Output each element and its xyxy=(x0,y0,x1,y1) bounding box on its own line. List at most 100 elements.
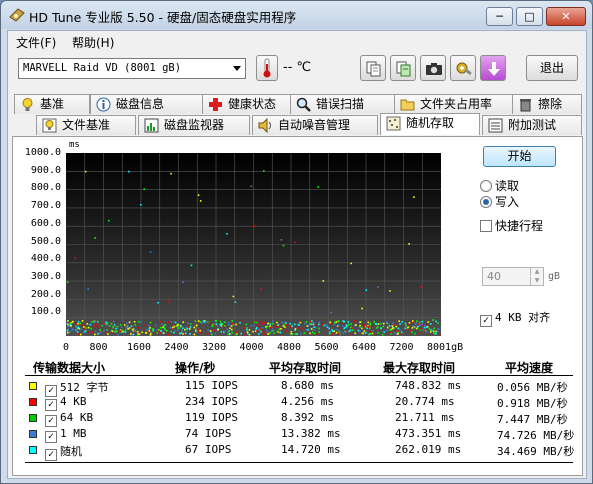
copy-button[interactable] xyxy=(360,55,386,81)
scatter-point xyxy=(344,331,347,333)
scatter-point xyxy=(415,322,417,324)
y-tick-label: 800.0 xyxy=(30,182,61,194)
exit-button[interactable]: 退出 xyxy=(526,55,578,81)
copy-all-button[interactable] xyxy=(390,55,416,81)
x-tick-label: 4800 xyxy=(277,342,302,353)
scatter-point xyxy=(99,329,101,331)
scatter-point xyxy=(226,328,229,331)
read-radio[interactable]: 读取 xyxy=(480,177,519,194)
tab-extra-tests[interactable]: 附加测试 xyxy=(482,115,582,135)
scatter-point xyxy=(401,321,403,323)
tab-folder[interactable]: 文件夹占用率 xyxy=(394,94,516,114)
y-tick-label: 300.0 xyxy=(30,270,61,282)
scatter-point xyxy=(269,323,272,325)
scatter-point xyxy=(377,326,379,328)
scatter-point xyxy=(163,325,165,327)
scatter-point xyxy=(143,324,145,327)
short-stroke-spinner[interactable]: 40 ▲ ▼ xyxy=(482,267,544,286)
maximize-button[interactable]: □ xyxy=(516,7,543,26)
scatter-point xyxy=(234,301,237,303)
x-tick-label: 5600 xyxy=(314,342,339,353)
spinner-up-icon[interactable]: ▲ xyxy=(530,268,543,276)
menu-help[interactable]: 帮助(H) xyxy=(72,34,114,51)
minimize-button[interactable]: ─ xyxy=(486,7,513,26)
bulb-icon xyxy=(22,98,33,111)
align-4kb-checkbox[interactable]: ✓ 4 KB 对齐 xyxy=(480,309,550,327)
thermometer-button[interactable] xyxy=(256,55,278,81)
tab-bulb-file[interactable]: 文件基准 xyxy=(36,115,136,135)
scatter-point xyxy=(174,321,177,324)
tab-info[interactable]: 磁盘信息 xyxy=(90,94,208,114)
scatter-point xyxy=(189,333,191,335)
scatter-point xyxy=(131,328,134,331)
scatter-point xyxy=(107,219,110,222)
scatter-point xyxy=(160,329,162,332)
short-stroke-checkbox[interactable]: 快捷行程 xyxy=(480,217,543,234)
scatter-point xyxy=(407,324,410,326)
close-button[interactable]: ✕ xyxy=(546,7,586,26)
start-button[interactable]: 开始 xyxy=(483,146,556,167)
screenshot-button[interactable] xyxy=(420,55,446,81)
scatter-point xyxy=(136,330,139,333)
tab-random-access[interactable]: 随机存取 xyxy=(380,113,480,135)
scatter-point xyxy=(163,327,166,329)
scatter-point xyxy=(280,239,283,241)
scatter-point xyxy=(128,327,131,329)
scatter-point xyxy=(125,327,127,329)
scatter-point xyxy=(151,327,154,330)
drive-select[interactable]: MARVELL Raid VD (8001 gB) xyxy=(18,58,246,79)
scatter-point xyxy=(94,237,96,239)
y-tick-label: 100.0 xyxy=(30,306,61,318)
scatter-point xyxy=(157,301,159,304)
scatter-point xyxy=(261,331,264,333)
scatter-point xyxy=(342,320,344,322)
drive-select-value: MARVELL Raid VD (8001 gB) xyxy=(23,62,182,74)
scatter-point xyxy=(312,331,314,333)
tab-speaker[interactable]: 自动噪音管理 xyxy=(252,115,378,135)
scatter-point xyxy=(231,331,233,334)
scatter-point xyxy=(109,325,111,327)
scatter-point xyxy=(219,320,222,323)
scatter-point xyxy=(106,322,109,324)
row-checkbox[interactable]: ✓ 随机 xyxy=(45,443,82,461)
write-radio[interactable]: 写入 xyxy=(480,193,519,210)
tab-magnifier[interactable]: 错误扫描 xyxy=(290,94,400,114)
menu-file[interactable]: 文件(F) xyxy=(16,34,56,51)
scatter-point xyxy=(248,329,251,331)
scatter-point xyxy=(89,323,92,326)
save-button[interactable] xyxy=(480,55,506,81)
scatter-point xyxy=(341,325,344,327)
row-checkbox[interactable]: ✓ 1 MB xyxy=(45,427,87,443)
scatter-point xyxy=(313,332,316,335)
scatter-point xyxy=(128,321,131,324)
options-button[interactable] xyxy=(450,55,476,81)
tab-label: 磁盘监视器 xyxy=(164,118,225,132)
spinner-down-icon[interactable]: ▼ xyxy=(530,277,543,285)
tab-monitor-chart[interactable]: 磁盘监视器 xyxy=(138,115,250,135)
scatter-point xyxy=(337,324,340,326)
scatter-point xyxy=(417,323,419,325)
row-checkbox[interactable]: ✓ 4 KB xyxy=(45,395,87,411)
row-checkbox[interactable]: ✓ 64 KB xyxy=(45,411,93,427)
cell-avg: 14.720 ms xyxy=(281,443,341,456)
tab-bulb[interactable]: 基准 xyxy=(14,94,90,114)
cell-avg: 8.680 ms xyxy=(281,379,334,392)
tab-label: 擦除 xyxy=(538,97,563,111)
scatter-point xyxy=(253,324,255,327)
scatter-point xyxy=(84,170,87,173)
scatter-point xyxy=(231,322,234,325)
scatter-point xyxy=(101,324,103,327)
scatter-point xyxy=(329,330,331,332)
tab-trash[interactable]: 擦除 xyxy=(512,94,582,114)
scatter-point xyxy=(193,326,196,329)
cell-max: 262.019 ms xyxy=(395,443,462,456)
title-bar[interactable]: HD Tune 专业版 5.50 - 硬盘/固态硬盘实用程序 ─ □ ✕ xyxy=(1,1,592,29)
size-label: 512 字节 xyxy=(60,381,109,394)
scatter-point xyxy=(337,320,340,322)
scatter-point xyxy=(399,323,401,325)
scatter-point xyxy=(154,332,157,334)
scatter-point xyxy=(364,324,366,326)
scatter-point xyxy=(177,327,179,329)
scatter-point xyxy=(274,325,277,328)
scatter-point xyxy=(170,172,172,175)
